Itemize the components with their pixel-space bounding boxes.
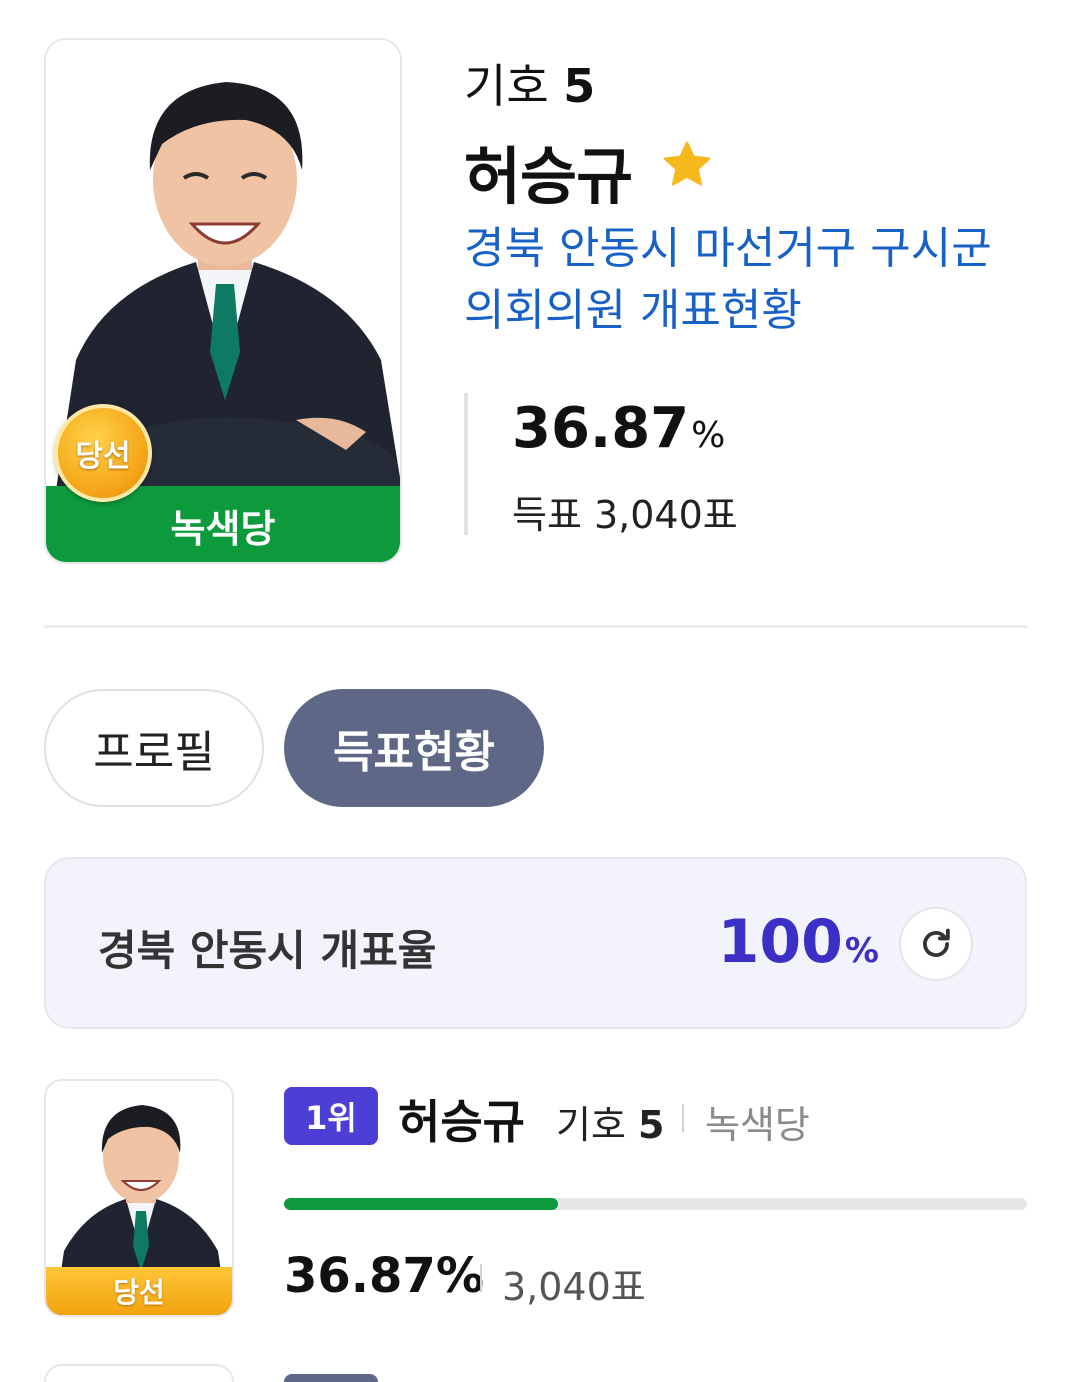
tab-vote-status[interactable]: 득표현황: [284, 689, 544, 807]
inline-separator: [682, 1104, 684, 1132]
count-rate-number: 100: [717, 907, 843, 977]
refresh-icon: [923, 928, 950, 957]
candidate-name: 허승규: [464, 140, 633, 213]
percent-unit: %: [691, 415, 726, 456]
star-icon[interactable]: [660, 138, 714, 192]
count-rate-unit: %: [844, 931, 879, 971]
refresh-button[interactable]: [899, 907, 973, 981]
result-candidate-name[interactable]: 허승규: [398, 1086, 525, 1152]
ballot-number-value: 5: [563, 59, 596, 113]
result-ballot-number: 기호 5: [556, 1094, 664, 1149]
result-ballot-value: 5: [638, 1103, 665, 1147]
vote-share-bar: [284, 1198, 1027, 1210]
ballot-number: 기호 5: [464, 50, 595, 116]
count-rate-panel: 경북 안동시 개표율 100%: [44, 857, 1027, 1029]
result-party-name: 녹색당: [705, 1103, 810, 1147]
vertical-divider: [464, 393, 468, 535]
ballot-prefix: 기호: [464, 59, 549, 113]
section-divider: [44, 625, 1027, 628]
next-rank-badge: [284, 1374, 378, 1382]
result-ballot-prefix: 기호: [556, 1103, 626, 1147]
vote-percentage: 36.87%: [512, 396, 725, 461]
result-elected-strip: 당선: [46, 1267, 232, 1315]
district-results-link[interactable]: 경북 안동시 마선거구 구시군의회의원 개표현황: [464, 218, 1024, 342]
rank-badge: 1위: [284, 1087, 378, 1145]
result-candidate-thumbnail[interactable]: 당선: [44, 1079, 234, 1317]
count-rate-value: 100%: [718, 907, 879, 977]
vote-count: 득표 3,040표: [512, 493, 738, 537]
result-vote-percentage: 36.87%: [284, 1248, 484, 1304]
vote-percentage-value: 36.87: [512, 396, 690, 461]
inline-separator: [480, 1264, 482, 1292]
result-vote-count: 3,040표: [502, 1265, 646, 1309]
vote-share-bar-fill: [284, 1198, 558, 1210]
tab-profile[interactable]: 프로필: [44, 689, 264, 807]
count-rate-label: 경북 안동시 개표율: [98, 926, 437, 975]
elected-badge: 당선: [54, 404, 152, 502]
next-result-thumbnail[interactable]: [44, 1364, 234, 1382]
